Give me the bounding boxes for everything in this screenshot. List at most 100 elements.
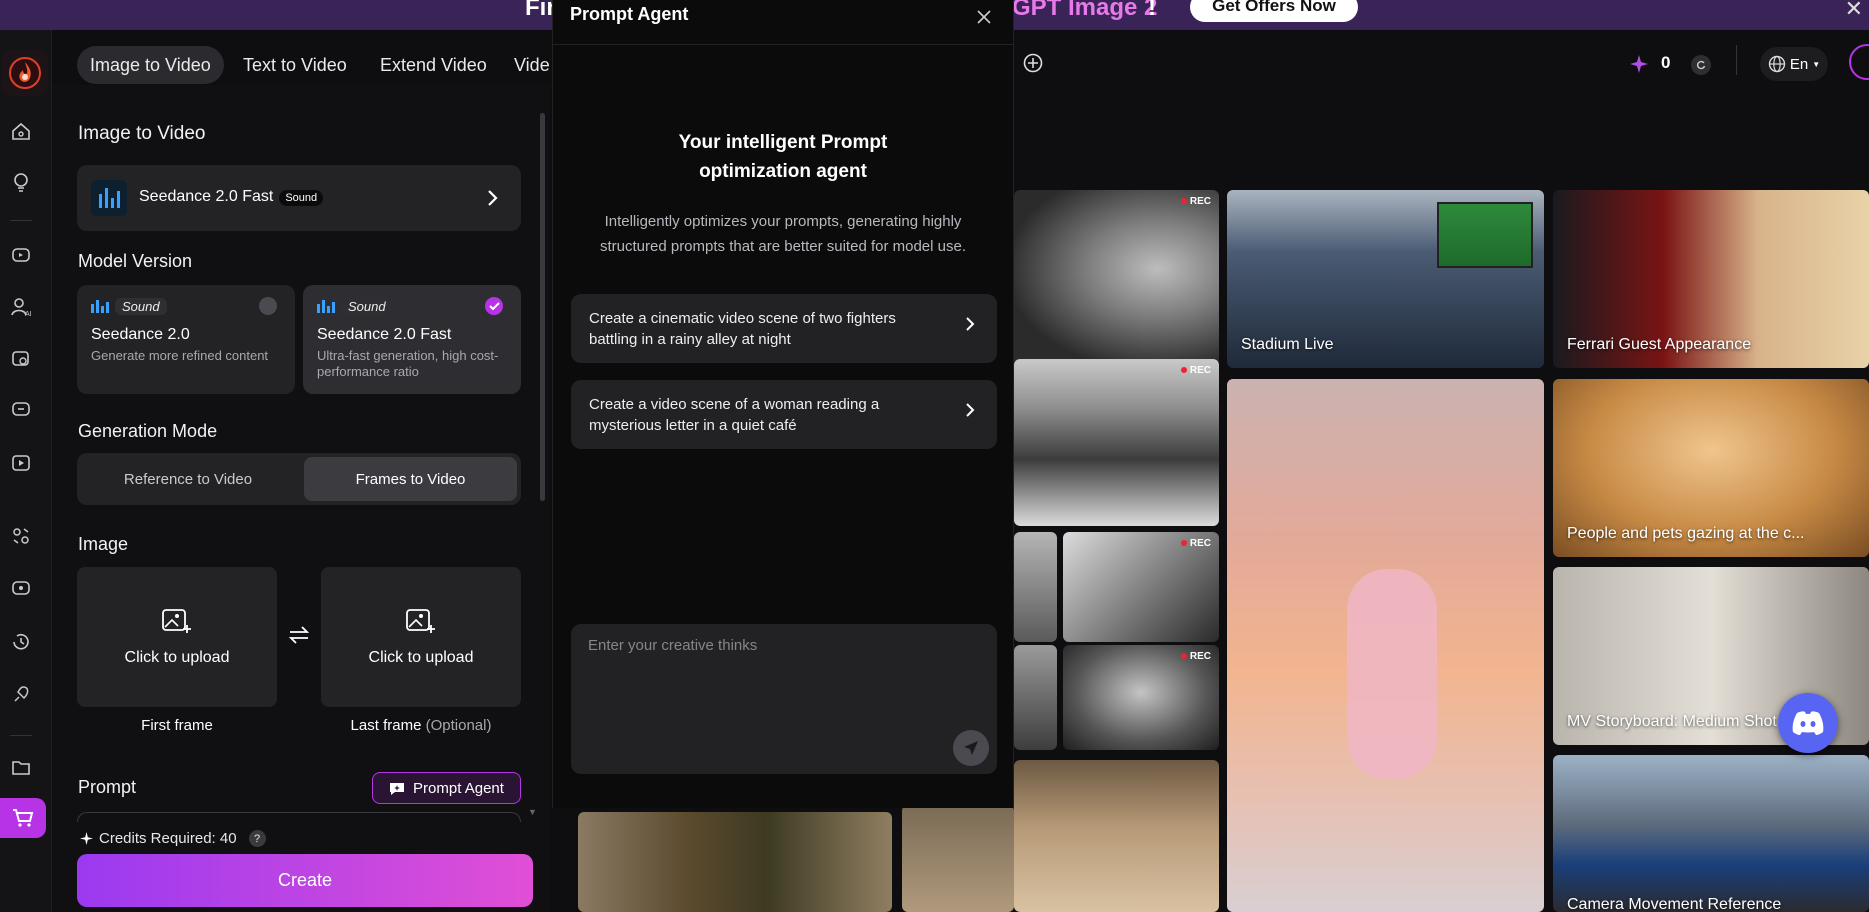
credits-count: 0 bbox=[1661, 53, 1671, 72]
banner-close-icon[interactable]: ✕ bbox=[1845, 0, 1863, 22]
chevron-right-icon bbox=[966, 403, 975, 417]
gallery-tile-moto[interactable] bbox=[1014, 760, 1219, 912]
refresh-icon[interactable] bbox=[1691, 55, 1711, 75]
language-selector[interactable]: En ▼ bbox=[1760, 47, 1828, 81]
chevron-down-icon: ▼ bbox=[1812, 59, 1821, 69]
sound-badge: Sound bbox=[279, 190, 324, 206]
discord-icon bbox=[1792, 711, 1824, 735]
credits-required: Credits Required: 40 ? bbox=[80, 830, 266, 847]
tab-extend-video[interactable]: Extend Video bbox=[367, 46, 500, 84]
app-logo[interactable] bbox=[2, 50, 48, 96]
gallery-tile-stadium-live[interactable]: Stadium Live bbox=[1227, 190, 1544, 368]
flame-logo-icon bbox=[9, 57, 41, 89]
rocket-icon[interactable] bbox=[10, 684, 32, 706]
add-circle-icon[interactable] bbox=[1023, 53, 1043, 73]
mode-frames-to-video[interactable]: Frames to Video bbox=[304, 457, 517, 501]
figure-dress bbox=[1347, 569, 1437, 779]
globe-icon bbox=[1768, 55, 1786, 73]
mode-toggle: Reference to Video Frames to Video bbox=[77, 453, 521, 505]
swap-arrows-icon[interactable] bbox=[288, 625, 310, 645]
face-swap-icon[interactable] bbox=[10, 525, 32, 547]
model-name: Seedance 2.0 Fast Sound bbox=[139, 188, 324, 206]
sparkle-icon bbox=[80, 832, 93, 845]
chat-sparkle-icon bbox=[390, 782, 405, 795]
suggestion-item[interactable]: Create a video scene of a woman reading … bbox=[571, 380, 997, 449]
video-edit-icon[interactable] bbox=[10, 578, 32, 600]
gallery-tile-mona-lisa[interactable] bbox=[578, 812, 892, 912]
video-chat-icon[interactable] bbox=[10, 245, 32, 267]
lightbulb-icon[interactable] bbox=[10, 171, 32, 193]
rec-indicator: REC bbox=[1181, 538, 1211, 549]
gallery-tile-bw-d[interactable]: REC bbox=[1063, 645, 1219, 750]
gallery-tile-ferrari[interactable]: Ferrari Guest Appearance bbox=[1553, 190, 1869, 368]
discord-button[interactable] bbox=[1778, 693, 1838, 753]
send-button[interactable] bbox=[953, 730, 989, 766]
tab-image-to-video[interactable]: Image to Video bbox=[77, 46, 224, 84]
agent-title: Prompt Agent bbox=[570, 4, 689, 24]
avatar[interactable] bbox=[1849, 44, 1869, 80]
version-card-seedance-2-fast[interactable]: Sound Seedance 2.0 Fast Ultra-fast gener… bbox=[303, 285, 521, 394]
version-desc: Ultra-fast generation, high cost-perform… bbox=[317, 348, 499, 379]
rail-divider bbox=[10, 220, 32, 221]
model-name-label: Seedance 2.0 Fast bbox=[139, 188, 274, 205]
agent-header-divider bbox=[553, 44, 1013, 45]
home-icon[interactable] bbox=[10, 120, 32, 142]
language-label: En bbox=[1789, 55, 1809, 73]
panel-scrollbar[interactable] bbox=[540, 113, 545, 501]
scroll-down-arrow-icon[interactable]: ▼ bbox=[528, 807, 537, 817]
gallery-tile-bw-a[interactable] bbox=[1014, 532, 1057, 642]
cart-button[interactable] bbox=[0, 798, 46, 838]
tile-caption: People and pets gazing at the c... bbox=[1567, 525, 1805, 542]
gallery-tile-moto-left[interactable] bbox=[902, 805, 1014, 912]
radio-selected-check-icon[interactable] bbox=[485, 297, 503, 315]
video-reply-icon[interactable] bbox=[10, 399, 32, 421]
gallery-tile-floating-woman[interactable] bbox=[1227, 379, 1544, 912]
prompt-textarea[interactable] bbox=[77, 812, 521, 822]
rec-indicator: REC bbox=[1181, 196, 1211, 207]
sound-tag: Sound bbox=[341, 298, 393, 315]
first-frame-upload[interactable]: Click to upload bbox=[77, 567, 277, 707]
agent-heading-line1: Your intelligent Prompt bbox=[678, 132, 888, 153]
tab-video[interactable]: Vide bbox=[501, 46, 550, 84]
agent-input[interactable]: Enter your creative thinks bbox=[571, 624, 997, 774]
version-card-seedance-2[interactable]: Sound Seedance 2.0 Generate more refined… bbox=[77, 285, 295, 394]
agent-heading: Your intelligent Prompt optimization age… bbox=[553, 128, 1013, 186]
radio-unselected[interactable] bbox=[259, 297, 277, 315]
gallery-tile-people-pets[interactable]: People and pets gazing at the c... bbox=[1553, 379, 1869, 557]
model-selector[interactable]: Seedance 2.0 Fast Sound bbox=[77, 165, 521, 231]
gallery-tile-bw-face[interactable]: REC bbox=[1014, 190, 1219, 365]
gallery-tile-bw-b[interactable]: REC bbox=[1063, 532, 1219, 642]
image-upload-icon bbox=[406, 609, 435, 633]
gallery-tile-bw-c[interactable] bbox=[1014, 645, 1057, 750]
model-version-label: Model Version bbox=[78, 251, 193, 271]
last-frame-upload[interactable]: Click to upload bbox=[321, 567, 521, 707]
agent-description: Intelligently optimizes your prompts, ge… bbox=[599, 213, 966, 255]
create-button[interactable]: Create bbox=[77, 854, 533, 907]
sound-tag: Sound bbox=[115, 298, 167, 315]
ai-avatar-icon[interactable]: AI bbox=[10, 296, 32, 318]
tab-text-to-video[interactable]: Text to Video bbox=[230, 46, 360, 84]
video-play-icon[interactable] bbox=[10, 452, 32, 474]
get-offers-button[interactable]: Get Offers Now bbox=[1190, 0, 1358, 22]
mode-reference-to-video[interactable]: Reference to Video bbox=[81, 457, 295, 501]
agent-input-placeholder: Enter your creative thinks bbox=[588, 637, 758, 654]
image-search-icon[interactable] bbox=[10, 348, 32, 370]
seedance-small-icon bbox=[317, 300, 335, 313]
gallery-tile-bw-model[interactable]: REC bbox=[1014, 359, 1219, 526]
close-icon[interactable] bbox=[977, 10, 991, 24]
last-frame-text: Last frame bbox=[350, 717, 422, 734]
suggestion-item[interactable]: Create a cinematic video scene of two fi… bbox=[571, 294, 997, 363]
generation-mode-label: Generation Mode bbox=[78, 421, 218, 441]
history-icon[interactable] bbox=[10, 631, 32, 653]
svg-text:AI: AI bbox=[25, 311, 32, 318]
help-icon[interactable]: ? bbox=[248, 830, 266, 847]
gallery-tile-camera-movement[interactable]: Camera Movement Reference bbox=[1553, 755, 1869, 912]
banner-highlight: GPT Image 2 bbox=[1012, 0, 1158, 21]
rail-divider bbox=[10, 735, 32, 736]
folder-icon[interactable] bbox=[10, 756, 32, 778]
generation-panel: Image to Video Seedance 2.0 Fast Sound Mo… bbox=[52, 85, 550, 912]
prompt-agent-button[interactable]: Prompt Agent bbox=[372, 772, 521, 804]
upload-text: Click to upload bbox=[124, 649, 230, 666]
header-right: 0 En ▼ bbox=[1014, 30, 1869, 100]
send-icon bbox=[964, 741, 978, 755]
